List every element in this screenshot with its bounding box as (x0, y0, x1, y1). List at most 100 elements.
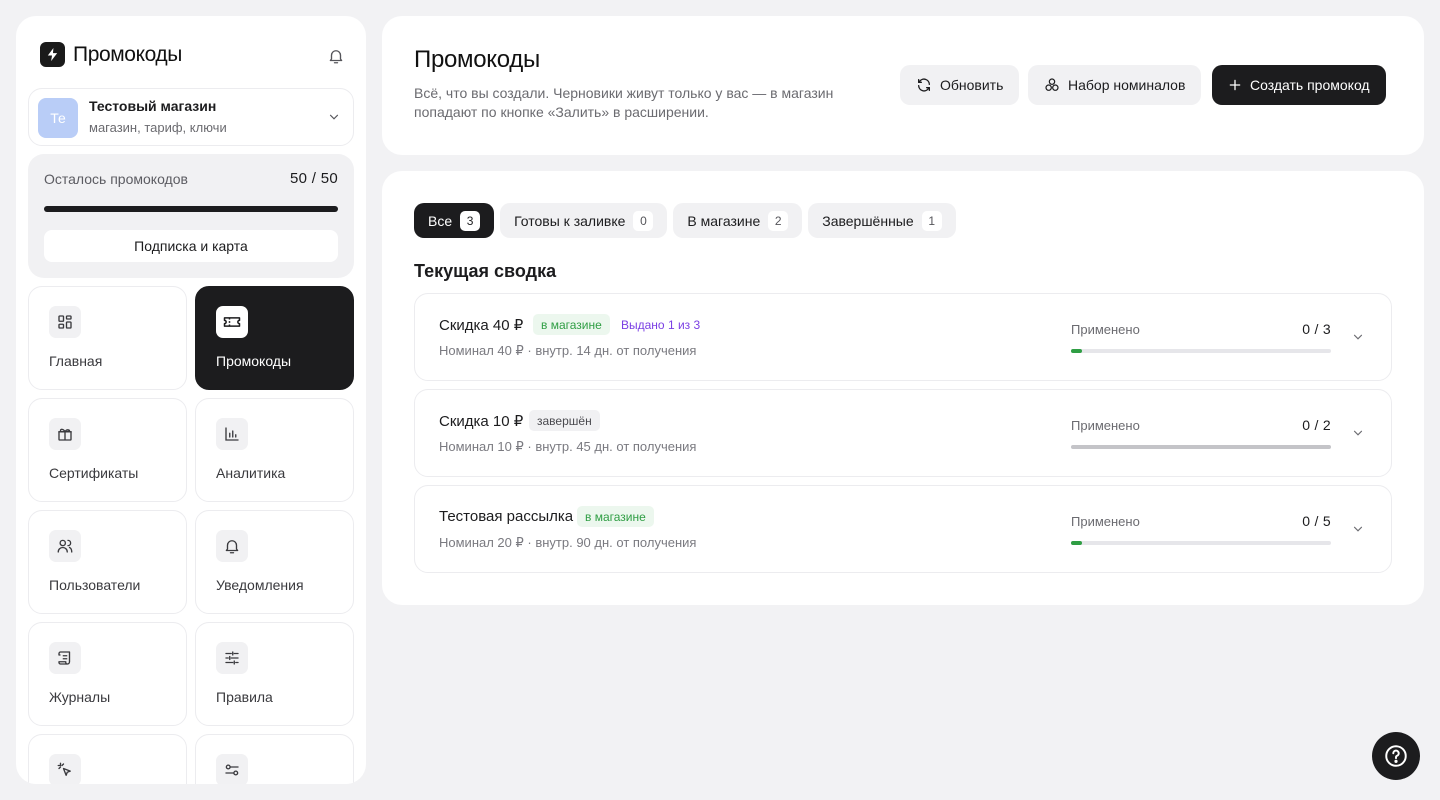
store-selector[interactable]: Те Тестовый магазин магазин, тариф, ключ… (28, 88, 354, 146)
nav-tile-label: Сертификаты (49, 465, 139, 481)
sliders-icon (216, 642, 248, 674)
quota-label: Осталось промокодов (44, 171, 188, 187)
nav-tile-actions[interactable] (28, 734, 187, 784)
tab-completed[interactable]: Завершённые 1 (808, 203, 956, 238)
quota-value: 50 / 50 (290, 170, 338, 187)
nav-tile-analytics[interactable]: Аналитика (195, 398, 354, 502)
grid-icon (49, 306, 81, 338)
applied-value: 0 / 5 (1302, 513, 1331, 529)
applied-label: Применено (1071, 322, 1140, 337)
applied-progress-bar (1071, 349, 1331, 353)
chevron-down-icon[interactable] (1351, 426, 1365, 440)
applied-value: 0 / 2 (1302, 417, 1331, 433)
create-promo-button-label: Создать промокод (1250, 77, 1370, 93)
applied-progress-bar (1071, 445, 1331, 449)
scroll-icon (49, 642, 81, 674)
tab-in-store[interactable]: В магазине 2 (673, 203, 803, 238)
tab-label: В магазине (687, 212, 761, 229)
applied-label: Применено (1071, 418, 1140, 433)
applied-label: Применено (1071, 514, 1140, 529)
status-badge: в магазине (533, 314, 610, 335)
store-subtitle: магазин, тариф, ключи (89, 120, 227, 135)
users-icon (49, 530, 81, 562)
nav-tile-label: Уведомления (216, 577, 304, 593)
help-button[interactable] (1372, 732, 1420, 780)
promo-meta: Номинал 10 ₽ · внутр. 45 дн. от получени… (439, 439, 697, 454)
promo-name: Скидка 10 ₽ (439, 413, 524, 430)
issued-badge: Выдано 1 из 3 (621, 317, 701, 332)
create-promo-button[interactable]: Создать промокод (1212, 65, 1386, 105)
denominations-button[interactable]: Набор номиналов (1028, 65, 1202, 105)
brand[interactable]: Промокоды (40, 42, 182, 67)
quota-progress-fill (44, 206, 338, 212)
settings-toggles-icon (216, 754, 248, 784)
store-name: Тестовый магазин (89, 98, 217, 114)
nav-tile-promocodes[interactable]: Промокоды (195, 286, 354, 390)
promo-quota-panel: Осталось промокодов 50 / 50 Подписка и к… (28, 154, 354, 278)
tab-count-badge: 0 (633, 210, 654, 231)
gift-icon (49, 418, 81, 450)
nav-tile-label: Пользователи (49, 577, 141, 593)
promo-list-panel: Все 3 Готовы к заливке 0 В магазине 2 За… (382, 171, 1424, 605)
brand-title: Промокоды (73, 42, 182, 66)
status-badge: в магазине (577, 506, 654, 527)
bell-icon (329, 50, 343, 64)
promo-row[interactable]: Тестовая рассылка в магазине Номинал 20 … (414, 485, 1392, 573)
plus-icon (1229, 79, 1241, 91)
refresh-button-label: Обновить (940, 77, 1004, 93)
nav-tile-rules[interactable]: Правила (195, 622, 354, 726)
nav-tile-home[interactable]: Главная (28, 286, 187, 390)
promo-name: Скидка 40 ₽ (439, 317, 524, 334)
nav-tile-label: Правила (216, 689, 273, 705)
quota-progress-bar (44, 206, 338, 212)
store-avatar: Те (38, 98, 78, 138)
tab-count-badge: 1 (921, 210, 942, 231)
nav-tile-label: Журналы (49, 689, 111, 705)
applied-value: 0 / 3 (1302, 321, 1331, 337)
status-tabs: Все 3 Готовы к заливке 0 В магазине 2 За… (414, 203, 956, 238)
refresh-button[interactable]: Обновить (900, 65, 1020, 105)
pointer-click-icon (49, 754, 81, 784)
chevron-down-icon[interactable] (1351, 522, 1365, 536)
bell-icon (216, 530, 248, 562)
page-title: Промокоды (414, 46, 540, 73)
status-badge: завершён (529, 410, 600, 431)
tab-count-badge: 3 (460, 210, 481, 231)
tab-ready-to-upload[interactable]: Готовы к заливке 0 (500, 203, 668, 238)
promo-meta: Номинал 20 ₽ · внутр. 90 дн. от получени… (439, 535, 697, 550)
tab-all[interactable]: Все 3 (414, 203, 495, 238)
applied-progress-bar (1071, 541, 1331, 545)
applied-progress-fill (1071, 541, 1082, 545)
promo-name: Тестовая рассылка (439, 508, 574, 525)
promo-row[interactable]: Скидка 40 ₽ в магазине Выдано 1 из 3 Ном… (414, 293, 1392, 381)
nav-tile-logs[interactable]: Журналы (28, 622, 187, 726)
chevron-down-icon (329, 114, 339, 120)
denominations-button-label: Набор номиналов (1068, 77, 1186, 93)
nav-tile-users[interactable]: Пользователи (28, 510, 187, 614)
nav-tile-label: Аналитика (216, 465, 286, 481)
tab-count-badge: 2 (768, 210, 789, 231)
page-header: Промокоды Всё, что вы создали. Черновики… (382, 16, 1424, 155)
subscription-button[interactable]: Подписка и карта (44, 230, 338, 262)
promo-row[interactable]: Скидка 10 ₽ завершён Номинал 10 ₽ · внут… (414, 389, 1392, 477)
nav-tile-notifications[interactable]: Уведомления (195, 510, 354, 614)
chevron-down-icon[interactable] (1351, 330, 1365, 344)
nav-tile-certificates[interactable]: Сертификаты (28, 398, 187, 502)
brand-logo-icon (40, 42, 65, 67)
applied-progress-fill (1071, 349, 1082, 353)
tab-label: Все (428, 212, 453, 229)
bar-chart-icon (216, 418, 248, 450)
coins-stack-icon (1045, 78, 1059, 91)
nav-tile-label: Главная (49, 353, 103, 369)
sidebar: Промокоды Те Тестовый магазин магазин, т… (16, 16, 366, 784)
nav-tile-label: Промокоды (216, 353, 292, 369)
help-question-icon (1385, 745, 1407, 767)
ticket-icon (216, 306, 248, 338)
nav-tile-settings[interactable] (195, 734, 354, 784)
notifications-bell-button[interactable] (324, 44, 348, 68)
tab-label: Готовы к заливке (514, 212, 626, 229)
page-description: Всё, что вы создали. Черновики живут тол… (414, 85, 834, 120)
promo-meta: Номинал 40 ₽ · внутр. 14 дн. от получени… (439, 343, 697, 358)
refresh-icon (918, 78, 930, 92)
section-title: Текущая сводка (414, 261, 557, 281)
